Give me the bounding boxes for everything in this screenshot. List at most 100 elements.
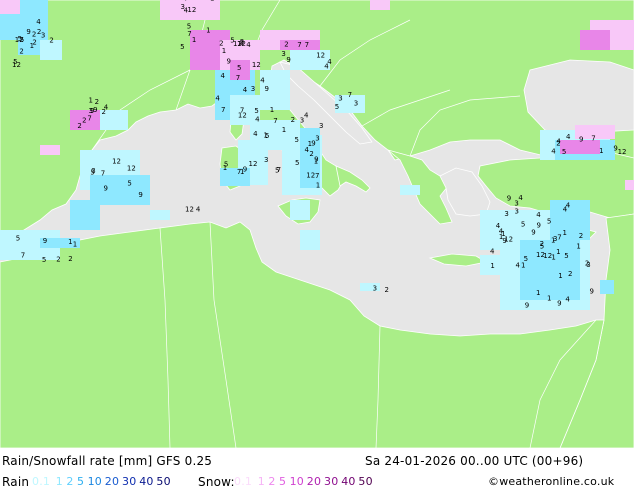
precip-marker: 12 — [12, 61, 21, 69]
precip-marker: 2 — [284, 40, 288, 48]
precip-marker: 1 — [536, 289, 540, 297]
map-datetime: Sa 24-01-2026 00..00 UTC (00+96) — [365, 454, 584, 468]
precip-marker: 3 — [354, 100, 358, 108]
precip-marker: 7 — [348, 91, 352, 99]
precip-marker: 2 — [385, 286, 389, 294]
precip-marker: 12 — [187, 6, 196, 14]
precip-marker: 4 — [516, 262, 521, 270]
precip-marker: 2 — [291, 116, 295, 124]
precip-marker: 2 — [19, 48, 23, 56]
precip-marker: 3 — [264, 156, 268, 164]
precip-marker: 12 — [127, 165, 136, 173]
precip-marker: 9 — [26, 28, 30, 36]
precip-marker: 12 — [238, 111, 247, 119]
precip-marker: 5 — [180, 43, 184, 51]
snow-patch — [0, 0, 20, 14]
rain-patch — [480, 255, 510, 275]
rain-patch — [600, 280, 614, 294]
precip-marker: 5 — [564, 252, 568, 260]
precip-marker: 12 — [237, 40, 246, 48]
precip-marker: 4 — [260, 76, 265, 84]
snow-legend-item: 2 — [268, 475, 276, 488]
precip-marker: 4 — [518, 194, 523, 202]
precip-marker: 9 — [525, 302, 529, 310]
snow-legend-item: 20 — [306, 475, 322, 488]
precip-marker: 3 — [41, 32, 45, 40]
snow-legend-label: Snow: — [198, 475, 235, 489]
precip-marker: 4 — [184, 7, 189, 15]
precip-marker: 2 — [556, 140, 560, 148]
precip-marker: 2 — [95, 98, 99, 106]
precip-marker: 1 — [206, 27, 210, 35]
precip-marker: 9 — [590, 287, 594, 295]
precip-marker: 4 — [551, 148, 556, 156]
precip-marker: 7 — [315, 172, 319, 180]
precip-marker: 7 — [557, 233, 561, 241]
precip-marker: 2 — [568, 270, 572, 278]
precip-marker: 9 — [557, 300, 561, 308]
precip-marker: 1 — [576, 243, 580, 251]
snow-patch — [40, 145, 60, 155]
precip-marker: 2 — [56, 256, 60, 264]
snow-patch — [370, 0, 390, 10]
precip-marker: 1 — [89, 97, 93, 105]
precip-marker: 4 — [246, 41, 251, 49]
precip-marker: 9 — [43, 237, 47, 245]
precip-marker: 1 — [547, 295, 551, 303]
precip-marker: 1 — [558, 272, 562, 280]
precip-marker: 5 — [540, 243, 544, 251]
snow-legend-item: 5 — [279, 475, 287, 488]
precip-marker: 5 — [224, 161, 228, 169]
precip-marker: 5 — [16, 235, 20, 243]
precip-marker: 3 — [89, 107, 93, 115]
precip-marker: 12 — [306, 172, 315, 180]
rain-legend-item: 1 — [55, 475, 63, 488]
rain-legend-label: Rain — [2, 475, 30, 489]
precip-marker: 1 — [270, 106, 274, 114]
precip-marker: 5 — [254, 107, 258, 115]
precip-marker: 2 — [219, 40, 223, 48]
precip-marker: 4 — [255, 115, 260, 123]
precip-marker: 4 — [104, 104, 109, 112]
map-footer: Rain/Snowfall rate [mm] GFS 0.25 Sa 24-0… — [0, 448, 634, 490]
precip-marker: 2 — [585, 260, 589, 268]
precip-marker: 12 — [249, 160, 258, 168]
precip-marker: 1 — [316, 182, 320, 190]
precip-marker: 9 — [537, 222, 541, 230]
precip-marker: 4 — [243, 86, 248, 94]
precip-marker: 9 — [138, 191, 142, 199]
precip-marker: 3 — [281, 50, 285, 58]
precip-marker: 4 — [566, 201, 571, 209]
snow-legend-item: 0.1 — [234, 475, 253, 488]
snow-legend-item: 50 — [358, 475, 373, 488]
precip-marker: 5 — [275, 167, 279, 175]
precip-marker: 5 — [187, 22, 191, 30]
precip-marker: 4 — [304, 111, 309, 119]
precip-marker: 1 — [563, 229, 567, 237]
precip-marker: 4 — [221, 72, 226, 80]
precip-marker: 2 — [49, 36, 53, 44]
precip-marker: 5 — [90, 168, 94, 176]
precip-marker: 12 — [316, 52, 325, 60]
precip-marker: 1 — [282, 126, 286, 134]
precip-marker: 9 — [227, 58, 231, 66]
precip-marker: 1 — [263, 131, 267, 139]
precip-marker: 4 — [490, 248, 495, 256]
rain-patch — [400, 185, 420, 195]
precip-marker: 9 — [507, 194, 511, 202]
map-title: Rain/Snowfall rate [mm] GFS 0.25 — [2, 454, 213, 468]
rain-legend-item: 40 — [139, 475, 154, 488]
precip-marker: 3 — [338, 94, 342, 102]
precip-marker: 4 — [305, 146, 310, 154]
precip-marker: 5 — [18, 35, 22, 43]
rain-legend-item: 2 — [66, 475, 74, 488]
precip-marker: 2 — [579, 232, 583, 240]
precip-marker: 4 — [327, 58, 332, 66]
precip-marker: 9 — [104, 185, 108, 193]
precip-marker: 1 — [192, 36, 196, 44]
precip-marker: 1 — [68, 238, 72, 246]
precip-marker: 9 — [579, 136, 583, 144]
precip-marker: 1 — [490, 262, 494, 270]
precip-marker: 1 — [73, 241, 77, 249]
precip-marker: 1 — [222, 47, 226, 55]
